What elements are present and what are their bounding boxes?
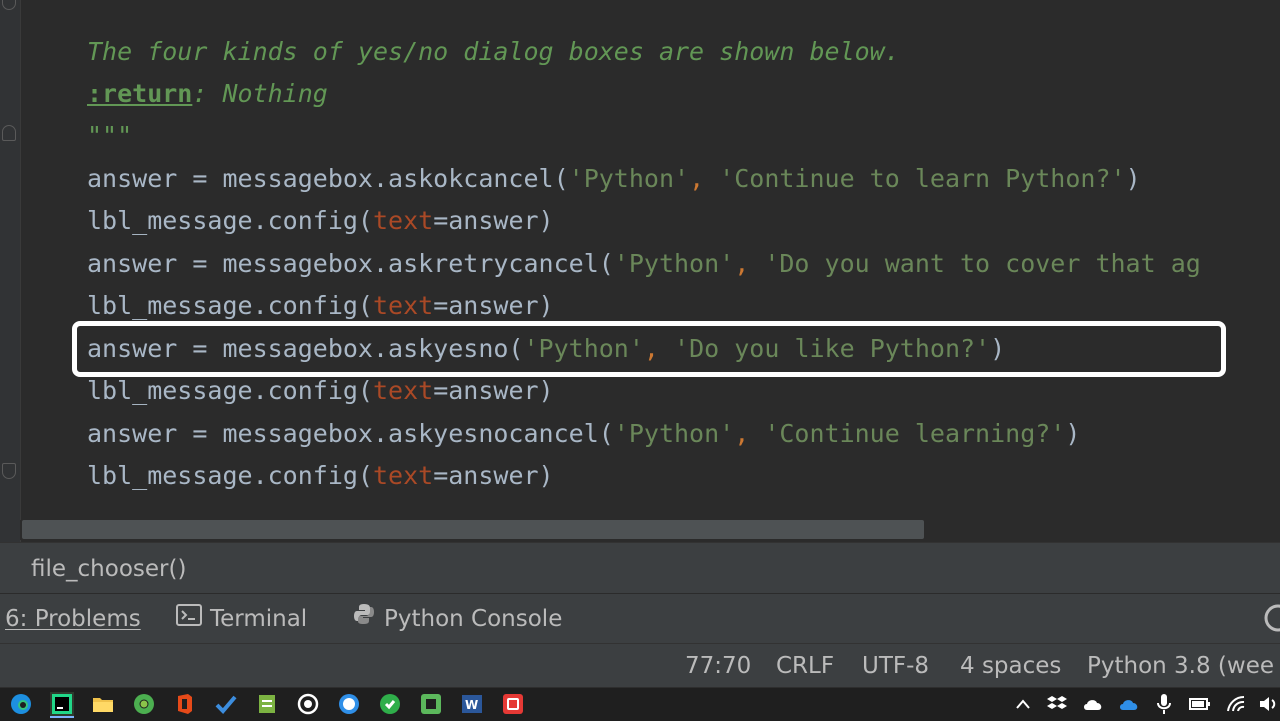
terminal-icon (176, 594, 202, 644)
file-encoding[interactable]: UTF-8 (862, 644, 929, 688)
code-token: lbl_message.config( (87, 206, 373, 235)
whatsapp-icon[interactable] (296, 692, 320, 716)
windows-taskbar: W (0, 687, 1280, 721)
event-log-icon[interactable] (1262, 604, 1280, 632)
code-token: """ (87, 121, 133, 150)
pycharm-icon[interactable] (50, 692, 74, 718)
tab-python-console[interactable]: Python Console (352, 594, 562, 644)
code-token: 'Continue learning?' (764, 419, 1066, 448)
code-line[interactable]: """ (87, 116, 132, 156)
code-token: 'Continue to learn Python?' (719, 164, 1126, 193)
fold-marker-icon[interactable] (2, 463, 16, 479)
svg-text:W: W (465, 698, 478, 712)
code-token: lbl_message.config( (87, 461, 373, 490)
cursor-position[interactable]: 77:70 (685, 644, 751, 688)
signal-icon[interactable] (337, 692, 361, 716)
recorder-icon[interactable] (501, 692, 525, 716)
code-token: =answer) (433, 461, 554, 490)
tab-problems-label: 6: Problems (5, 606, 141, 632)
code-line[interactable]: answer = messagebox.askretrycancel('Pyth… (87, 244, 1201, 284)
cloud-icon[interactable] (1082, 693, 1104, 715)
code-token: =answer) (433, 291, 554, 320)
tab-problems[interactable]: 6: Problems (5, 594, 141, 644)
edge-icon[interactable] (9, 692, 33, 716)
chevron-up-icon[interactable] (1012, 693, 1034, 715)
code-token: , (734, 419, 765, 448)
code-token: 'Python' (613, 249, 735, 278)
tab-python-console-label: Python Console (384, 606, 563, 632)
code-line[interactable]: """ (87, 0, 132, 22)
office-icon[interactable] (173, 692, 197, 716)
code-token: text (372, 461, 434, 490)
word-icon[interactable]: W (460, 692, 484, 716)
highlight-annotation-box (72, 321, 1226, 377)
code-token: answer = messagebox.askretrycancel( (87, 249, 614, 278)
onedrive-icon[interactable] (1118, 693, 1140, 715)
status-bar: 77:70 CRLF UTF-8 4 spaces Python 3.8 (we… (0, 643, 1280, 688)
microphone-icon[interactable] (1153, 693, 1175, 715)
breadcrumb-function[interactable]: file_chooser() (31, 543, 186, 595)
code-token: lbl_message.config( (87, 376, 373, 405)
code-token: :return (87, 79, 193, 108)
code-editor[interactable]: """ The four kinds of yes/no dialog boxes… (0, 0, 1280, 542)
code-token: text (372, 206, 434, 235)
code-token: =answer) (433, 376, 554, 405)
fold-marker-icon[interactable] (2, 125, 16, 141)
breadcrumb-bar: file_chooser() (0, 542, 1280, 593)
code-token: answer = messagebox.askyesnocancel( (87, 419, 614, 448)
code-token: lbl_message.config( (87, 291, 373, 320)
python-interpreter[interactable]: Python 3.8 (wee (1087, 644, 1274, 688)
volume-icon[interactable] (1257, 693, 1279, 715)
horizontal-scrollbar-thumb[interactable] (22, 520, 924, 539)
dropbox-icon[interactable] (1046, 693, 1068, 715)
code-token: , (734, 249, 765, 278)
code-token: 'Python' (568, 164, 690, 193)
battery-icon[interactable] (1189, 693, 1211, 715)
greenshot-icon[interactable] (378, 692, 402, 716)
wifi-icon[interactable] (1225, 693, 1247, 715)
tool-window-tabs: 6: Problems Terminal Python Console (0, 593, 1280, 644)
code-line[interactable]: answer = messagebox.askyesnocancel('Pyth… (87, 414, 1080, 454)
code-token: """ (87, 0, 133, 16)
editor-gutter (0, 0, 21, 542)
notepad-icon[interactable] (255, 692, 279, 716)
line-separator[interactable]: CRLF (776, 644, 834, 688)
code-line[interactable]: :return: Nothing (87, 74, 328, 114)
code-token: text (372, 376, 434, 405)
camtasia-icon[interactable] (419, 692, 443, 716)
code-token: ) (1125, 164, 1141, 193)
code-line[interactable]: lbl_message.config(text=answer) (87, 456, 554, 496)
chrome-icon[interactable] (132, 692, 156, 716)
file-explorer-icon[interactable] (91, 692, 115, 716)
code-token: text (372, 291, 434, 320)
code-line[interactable]: answer = messagebox.askokcancel('Python'… (87, 159, 1141, 199)
code-token: answer = messagebox.askokcancel( (87, 164, 569, 193)
code-token: =answer) (433, 206, 554, 235)
tab-terminal[interactable]: Terminal (176, 594, 307, 644)
python-icon (352, 594, 376, 644)
code-line[interactable]: lbl_message.config(text=answer) (87, 201, 554, 241)
code-token: : Nothing (192, 79, 328, 108)
fold-marker-icon[interactable] (2, 0, 16, 10)
tab-terminal-label: Terminal (210, 606, 308, 632)
code-token: , (689, 164, 720, 193)
code-line[interactable]: lbl_message.config(text=answer) (87, 286, 554, 326)
code-line[interactable]: The four kinds of yes/no dialog boxes ar… (87, 32, 900, 72)
code-token: The four kinds of yes/no dialog boxes ar… (87, 37, 900, 66)
indent-setting[interactable]: 4 spaces (960, 644, 1061, 688)
code-line[interactable]: lbl_message.config(text=answer) (87, 371, 554, 411)
code-token: 'Do you want to cover that ag (764, 249, 1201, 278)
code-token: ) (1065, 419, 1081, 448)
todo-icon[interactable] (214, 692, 238, 716)
code-token: 'Python' (613, 419, 735, 448)
